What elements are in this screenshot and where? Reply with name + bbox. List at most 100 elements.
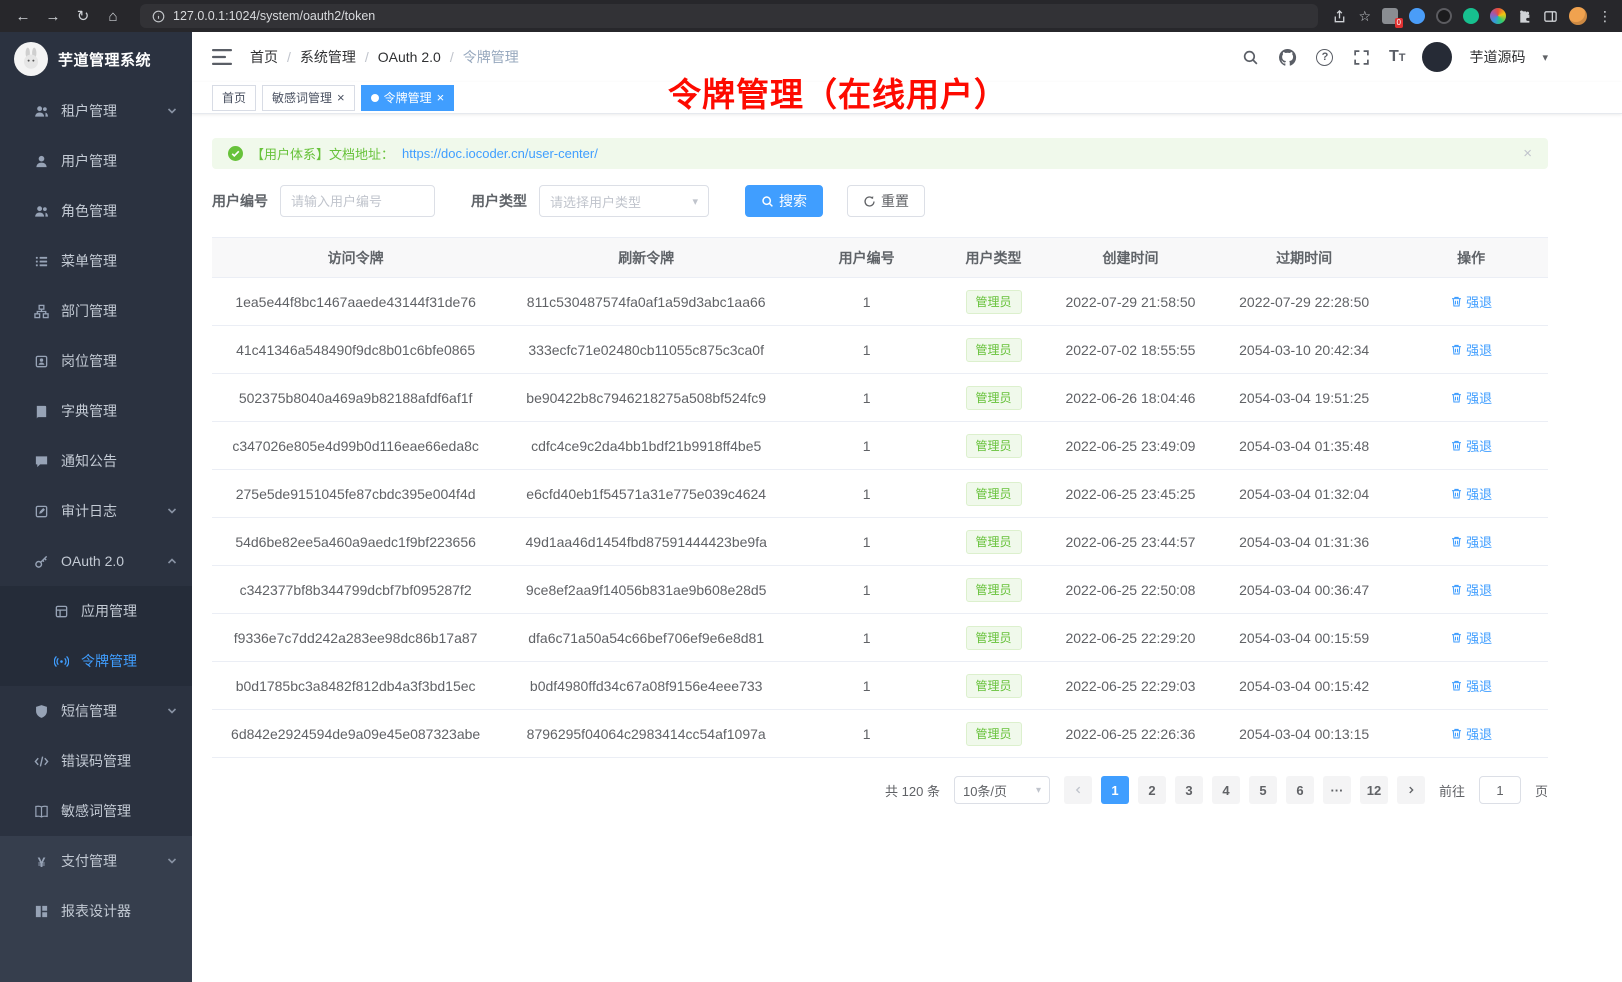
user-avatar[interactable] — [1422, 42, 1452, 72]
sidebar-panel-icon[interactable] — [1543, 9, 1558, 24]
font-size-icon[interactable]: TT — [1389, 48, 1406, 66]
page-size-select[interactable]: 10条/页 ▾ — [954, 776, 1050, 804]
fullscreen-icon[interactable] — [1352, 47, 1372, 67]
page-button-12[interactable]: 12 — [1360, 776, 1388, 804]
reload-icon[interactable]: ↻ — [70, 4, 96, 28]
prev-page-button[interactable] — [1064, 776, 1092, 804]
access-token-cell: 275e5de9151045fe87cbdc395e004f4d — [212, 470, 499, 518]
sidebar-item-role[interactable]: 角色管理 — [0, 186, 192, 236]
browser-menu-icon[interactable]: ⋮ — [1598, 8, 1612, 25]
user-type-select[interactable]: 请选择用户类型 ▾ — [539, 185, 709, 217]
delete-icon — [1450, 679, 1463, 692]
sidebar-item-label: 字典管理 — [61, 401, 117, 421]
extension-dark-icon[interactable] — [1436, 8, 1452, 24]
sidebar-toggle-icon[interactable] — [204, 39, 240, 75]
user-id-cell: 1 — [793, 374, 940, 422]
table-header-row: 访问令牌 刷新令牌 用户编号 用户类型 创建时间 过期时间 操作 — [212, 238, 1548, 278]
main-area: 首页 / 系统管理 / OAuth 2.0 / 令牌管理 ? TT — [192, 32, 1622, 982]
chevron-down-icon[interactable]: ▾ — [1542, 51, 1548, 64]
delete-icon — [1450, 535, 1463, 548]
home-icon[interactable]: ⌂ — [100, 4, 126, 28]
page-button-3[interactable]: 3 — [1175, 776, 1203, 804]
sidebar-item-pay[interactable]: ¥ 支付管理 — [0, 836, 192, 886]
url-bar[interactable]: 127.0.0.1:1024/system/oauth2/token — [140, 4, 1318, 28]
reset-button[interactable]: 重置 — [847, 185, 925, 217]
sidebar-item-app-mgmt[interactable]: 应用管理 — [0, 586, 192, 636]
sidebar-item-notice[interactable]: 通知公告 — [0, 436, 192, 486]
created-cell: 2022-06-25 22:26:36 — [1047, 710, 1214, 758]
tab-token-mgmt[interactable]: 令牌管理 × — [361, 85, 455, 111]
puzzle-extensions-icon[interactable] — [1517, 9, 1532, 24]
tab-home[interactable]: 首页 — [212, 85, 256, 111]
chevron-down-icon — [166, 705, 178, 717]
github-icon[interactable] — [1278, 47, 1298, 67]
access-token-cell: 6d842e2924594de9a09e45e087323abe — [212, 710, 499, 758]
sidebar-item-tenant[interactable]: 租户管理 — [0, 86, 192, 136]
dict-book-icon — [34, 404, 49, 419]
force-logout-button[interactable]: 强退 — [1450, 388, 1492, 407]
sidebar-item-dept[interactable]: 部门管理 — [0, 286, 192, 336]
user-type-cell: 管理员 — [940, 518, 1047, 566]
share-icon[interactable] — [1332, 9, 1347, 24]
force-logout-button[interactable]: 强退 — [1450, 436, 1492, 455]
doc-link[interactable]: https://doc.iocoder.cn/user-center/ — [402, 146, 598, 161]
sidebar-item-menu[interactable]: 菜单管理 — [0, 236, 192, 286]
sidebar-item-dict[interactable]: 字典管理 — [0, 386, 192, 436]
force-logout-button[interactable]: 强退 — [1450, 628, 1492, 647]
page-button-1[interactable]: 1 — [1101, 776, 1129, 804]
goto-suffix: 页 — [1535, 781, 1548, 800]
help-icon[interactable]: ? — [1315, 47, 1335, 67]
sidebar-item-token-mgmt[interactable]: 令牌管理 — [0, 636, 192, 686]
browser-profile-avatar[interactable] — [1569, 7, 1587, 25]
actions-cell: 强退 — [1394, 662, 1548, 710]
star-icon[interactable]: ☆ — [1358, 8, 1371, 25]
page-button-4[interactable]: 4 — [1212, 776, 1240, 804]
extension-green-icon[interactable] — [1463, 8, 1479, 24]
forward-icon[interactable]: → — [40, 4, 66, 28]
force-logout-button[interactable]: 强退 — [1450, 292, 1492, 311]
breadcrumb-home[interactable]: 首页 — [250, 47, 278, 67]
force-logout-button[interactable]: 强退 — [1450, 340, 1492, 359]
close-icon[interactable]: × — [437, 91, 445, 104]
more-pages-button[interactable]: ··· — [1323, 776, 1351, 804]
sidebar-item-label: 角色管理 — [61, 201, 117, 221]
sidebar-item-audit-log[interactable]: 审计日志 — [0, 486, 192, 536]
tab-sensitive-words[interactable]: 敏感词管理 × — [262, 85, 355, 111]
refresh-token-cell: 49d1aa46d1454fbd87591444423be9fa — [499, 518, 793, 566]
sidebar-item-sensitive-words[interactable]: 敏感词管理 — [0, 786, 192, 836]
alert-close-icon[interactable]: × — [1523, 145, 1532, 162]
sidebar-item-report-designer[interactable]: 报表设计器 — [0, 886, 192, 936]
app-logo[interactable]: 芋道管理系统 — [0, 32, 192, 86]
expires-cell: 2054-03-04 19:51:25 — [1214, 374, 1394, 422]
sidebar-item-sms[interactable]: 短信管理 — [0, 686, 192, 736]
back-icon[interactable]: ← — [10, 4, 36, 28]
site-info-icon[interactable] — [152, 10, 165, 23]
extension-blue-icon[interactable] — [1409, 8, 1425, 24]
page-button-2[interactable]: 2 — [1138, 776, 1166, 804]
access-token-cell: b0d1785bc3a8482f812db4a3f3bd15ec — [212, 662, 499, 710]
search-button[interactable]: 搜索 — [745, 185, 823, 217]
breadcrumb-system[interactable]: 系统管理 — [300, 47, 356, 67]
sidebar-item-user[interactable]: 用户管理 — [0, 136, 192, 186]
force-logout-button[interactable]: 强退 — [1450, 532, 1492, 551]
goto-page-input[interactable] — [1479, 776, 1521, 804]
force-logout-button[interactable]: 强退 — [1450, 580, 1492, 599]
user-id-cell: 1 — [793, 278, 940, 326]
user-name[interactable]: 芋道源码 — [1469, 47, 1525, 67]
page-button-6[interactable]: 6 — [1286, 776, 1314, 804]
extension-colorwheel-icon[interactable] — [1490, 8, 1506, 24]
extension-badge-icon[interactable]: 0 — [1382, 8, 1398, 24]
force-logout-button[interactable]: 强退 — [1450, 676, 1492, 695]
next-page-button[interactable] — [1397, 776, 1425, 804]
force-logout-button[interactable]: 强退 — [1450, 484, 1492, 503]
force-logout-button[interactable]: 强退 — [1450, 724, 1492, 743]
sidebar-item-error-code[interactable]: 错误码管理 — [0, 736, 192, 786]
search-icon[interactable] — [1241, 47, 1261, 67]
user-id-input[interactable] — [280, 185, 435, 217]
sidebar-item-oauth[interactable]: OAuth 2.0 — [0, 536, 192, 586]
sidebar: 芋道管理系统 租户管理 用户管理 角色管理 菜单管理 部门管理 — [0, 32, 192, 982]
close-icon[interactable]: × — [337, 91, 345, 104]
breadcrumb-oauth[interactable]: OAuth 2.0 — [378, 49, 441, 65]
page-button-5[interactable]: 5 — [1249, 776, 1277, 804]
sidebar-item-post[interactable]: 岗位管理 — [0, 336, 192, 386]
